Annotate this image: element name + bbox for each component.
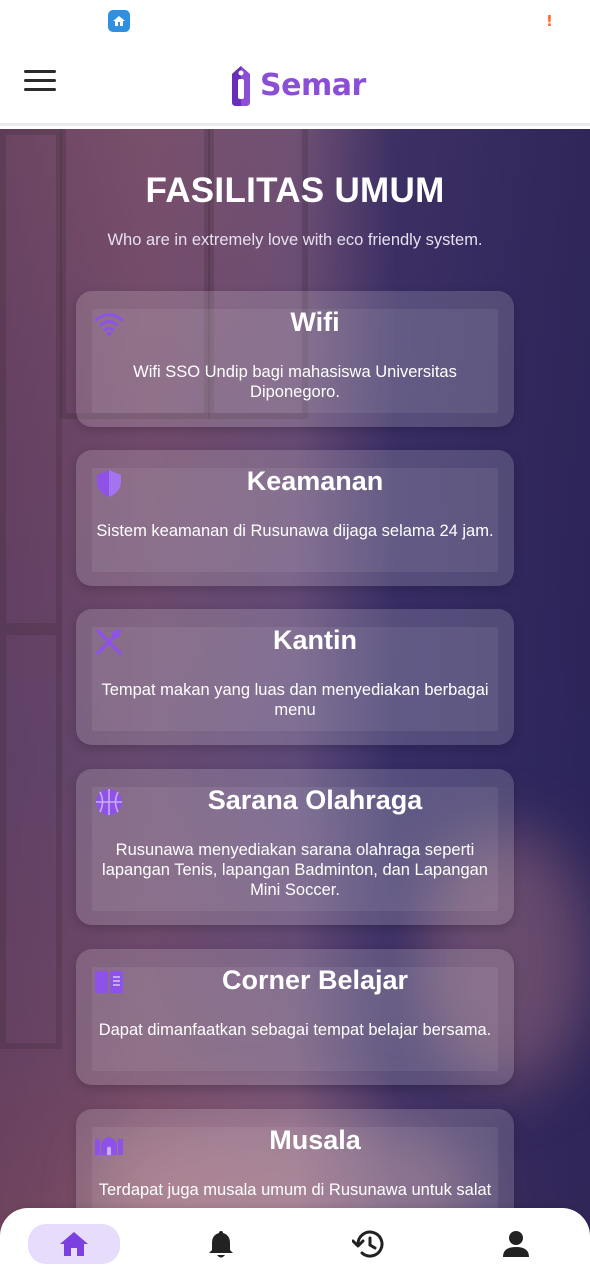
app-logo: Semar <box>228 60 366 110</box>
nav-home[interactable] <box>28 1224 120 1264</box>
bottom-navigation <box>0 1208 590 1280</box>
facility-description: Rusunawa menyediakan sarana olahraga sep… <box>102 841 488 899</box>
bell-icon <box>209 1231 233 1258</box>
facility-title: Keamanan <box>246 466 384 496</box>
facility-card-kantin[interactable]: Kantin Tempat makan yang luas dan menyed… <box>76 609 514 745</box>
facility-description: Tempat makan yang luas dan menyediakan b… <box>101 681 489 719</box>
facility-description: Terdapat juga musala umum di Rusunawa un… <box>98 1181 492 1199</box>
history-icon <box>352 1230 384 1258</box>
app-name: Semar <box>260 67 366 103</box>
page-title: FASILITAS UMUM <box>145 171 445 210</box>
facility-card-corner-belajar[interactable]: Corner Belajar Dapat dimanfaatkan sebaga… <box>76 949 514 1085</box>
nav-history[interactable] <box>322 1224 414 1264</box>
facility-card-keamanan[interactable]: Keamanan Sistem keamanan di Rusunawa dij… <box>76 450 514 586</box>
status-bar: ! <box>0 0 590 44</box>
facility-title: Kantin <box>273 625 357 655</box>
facility-title: Sarana Olahraga <box>207 785 423 815</box>
semar-logo-icon <box>232 66 250 106</box>
facilities-section: FASILITAS UMUM Who are in extremely love… <box>0 129 590 1280</box>
alert-icon: ! <box>546 12 553 30</box>
facility-title: Musala <box>269 1125 361 1155</box>
nav-profile[interactable] <box>470 1224 562 1264</box>
facility-description: Wifi SSO Undip bagi mahasiswa Universita… <box>133 363 457 401</box>
app-bar: Semar <box>0 44 590 126</box>
page-subtitle: Who are in extremely love with eco frien… <box>107 231 483 249</box>
facility-title: Wifi <box>290 307 340 337</box>
cloud-home-icon <box>108 10 130 32</box>
background-window <box>0 629 62 1049</box>
nav-notifications[interactable] <box>175 1224 267 1264</box>
hamburger-menu-icon[interactable] <box>24 70 56 96</box>
facility-description: Sistem keamanan di Rusunawa dijaga selam… <box>96 522 494 540</box>
facility-description: Dapat dimanfaatkan sebagai tempat belaja… <box>98 1021 492 1039</box>
facility-card-wifi[interactable]: Wifi Wifi SSO Undip bagi mahasiswa Unive… <box>76 291 514 427</box>
home-icon <box>60 1232 88 1256</box>
facility-card-sarana-olahraga[interactable]: Sarana Olahraga Rusunawa menyediakan sar… <box>76 769 514 925</box>
facility-title: Corner Belajar <box>221 965 409 995</box>
user-icon <box>503 1231 529 1257</box>
